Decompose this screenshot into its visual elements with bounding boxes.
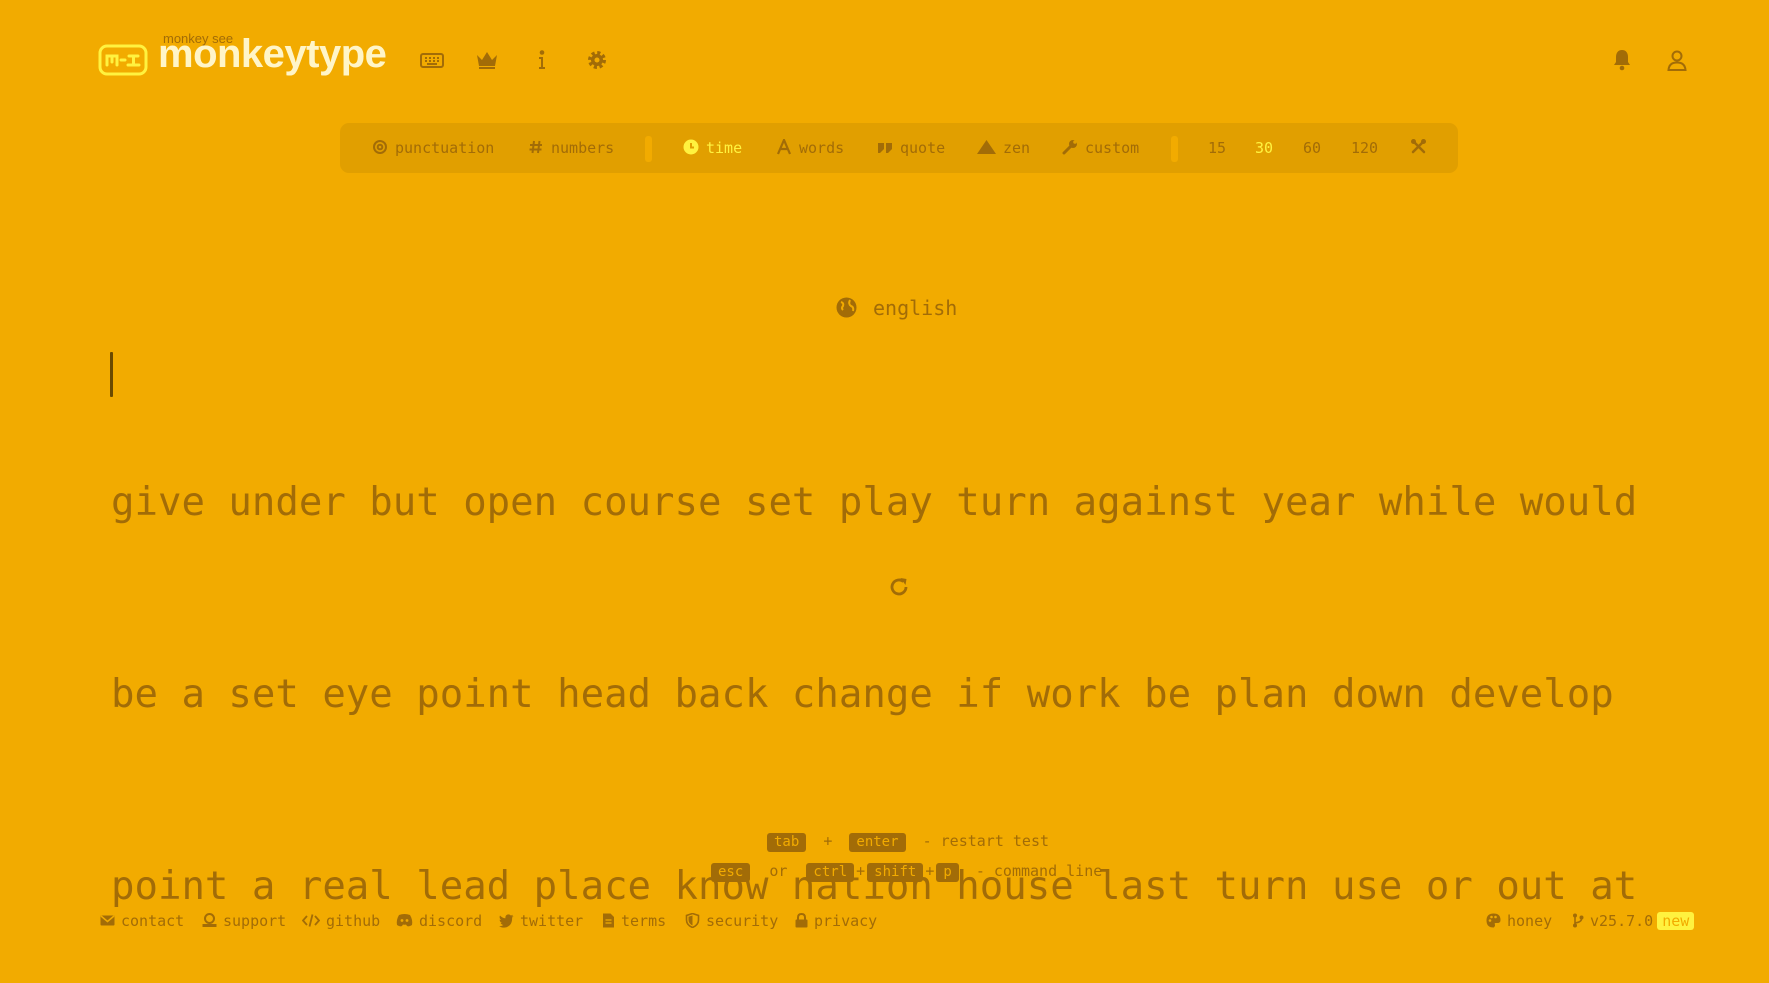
mode-zen[interactable]: zen xyxy=(977,123,1030,173)
language-label: english xyxy=(873,296,958,320)
zen-label: zen xyxy=(1003,139,1031,157)
separator xyxy=(1171,136,1178,162)
command-hint-label: - command line xyxy=(975,862,1103,880)
file-contract-icon xyxy=(602,913,615,928)
donate-icon xyxy=(202,913,217,928)
footer-support[interactable]: support xyxy=(202,912,286,930)
terms-label: terms xyxy=(621,912,667,930)
keyboard-icon[interactable] xyxy=(420,48,444,72)
plus: + xyxy=(925,862,935,880)
shield-icon xyxy=(685,913,700,928)
code-branch-icon xyxy=(1572,913,1584,928)
twitter-icon xyxy=(499,913,514,928)
key-ctrl: ctrl xyxy=(806,863,855,882)
lock-icon xyxy=(795,913,808,928)
key-enter: enter xyxy=(849,833,906,852)
theme-selector[interactable]: honey xyxy=(1486,912,1552,930)
discord-label: discord xyxy=(419,912,483,930)
plus: + xyxy=(823,832,833,850)
numbers-label: numbers xyxy=(551,139,615,157)
words-line: give under but open course set play turn… xyxy=(111,480,1638,525)
footer-contact[interactable]: contact xyxy=(100,912,184,930)
envelope-icon xyxy=(100,913,115,928)
restart-hint-label: - restart test xyxy=(922,832,1050,850)
punctuation-toggle[interactable]: punctuation xyxy=(372,123,494,173)
key-tab: tab xyxy=(767,833,807,852)
mountain-icon xyxy=(977,139,996,155)
key-p: p xyxy=(936,863,959,882)
theme-label: honey xyxy=(1507,912,1553,930)
mode-quote[interactable]: quote xyxy=(877,123,945,173)
code-icon xyxy=(302,913,320,928)
duration-15[interactable]: 15 xyxy=(1208,123,1226,173)
footer-twitter[interactable]: twitter xyxy=(499,912,583,930)
new-badge: new xyxy=(1657,912,1695,930)
bell-icon[interactable] xyxy=(1610,48,1634,72)
separator xyxy=(645,136,652,162)
gear-icon[interactable] xyxy=(585,48,609,72)
duration-30[interactable]: 30 xyxy=(1255,123,1273,173)
footer-terms[interactable]: terms xyxy=(602,912,666,930)
restart-button[interactable] xyxy=(888,576,910,598)
font-icon xyxy=(776,139,792,155)
duration-120[interactable]: 120 xyxy=(1351,123,1378,173)
contact-label: contact xyxy=(121,912,185,930)
command-line-hint: esc or ctrl + shift + p - command line xyxy=(711,862,1102,882)
security-label: security xyxy=(706,912,779,930)
logo-title[interactable]: monkeytype xyxy=(158,32,387,77)
custom-duration-button[interactable] xyxy=(1410,123,1434,173)
plus: + xyxy=(856,862,866,880)
words-line: be a set eye point head back change if w… xyxy=(111,672,1614,717)
custom-label: custom xyxy=(1085,139,1140,157)
test-config-bar: punctuation numbers time words quote zen… xyxy=(340,123,1458,173)
privacy-label: privacy xyxy=(814,912,878,930)
version-info[interactable]: v25.7.0 new xyxy=(1572,912,1695,930)
discord-icon xyxy=(396,913,413,928)
words-label: words xyxy=(799,139,845,157)
mode-time[interactable]: time xyxy=(683,123,742,173)
numbers-toggle[interactable]: numbers xyxy=(528,123,614,173)
github-label: github xyxy=(326,912,381,930)
punctuation-label: punctuation xyxy=(395,139,495,157)
twitter-label: twitter xyxy=(520,912,584,930)
language-selector[interactable]: english xyxy=(836,296,957,320)
wrench-icon xyxy=(1062,139,1078,155)
footer-github[interactable]: github xyxy=(302,912,380,930)
key-shift: shift xyxy=(867,863,924,882)
or-label: or xyxy=(769,862,788,880)
footer-discord[interactable]: discord xyxy=(396,912,482,930)
mode-words[interactable]: words xyxy=(776,123,844,173)
footer-security[interactable]: security xyxy=(685,912,778,930)
quote-left-icon xyxy=(877,139,893,155)
quote-label: quote xyxy=(900,139,946,157)
time-label: time xyxy=(706,139,743,157)
info-icon[interactable] xyxy=(530,48,554,72)
monkeytype-logo-icon[interactable] xyxy=(98,44,148,76)
version-label: v25.7.0 xyxy=(1590,912,1654,930)
support-label: support xyxy=(223,912,287,930)
hash-icon xyxy=(528,139,544,155)
crown-icon[interactable] xyxy=(475,48,499,72)
duration-60[interactable]: 60 xyxy=(1303,123,1321,173)
footer-privacy[interactable]: privacy xyxy=(795,912,877,930)
at-sign-icon xyxy=(372,139,388,155)
globe-icon xyxy=(836,297,857,318)
key-esc: esc xyxy=(711,863,751,882)
palette-icon xyxy=(1486,913,1501,928)
clock-icon xyxy=(683,139,699,155)
words-display[interactable]: give under but open course set play turn… xyxy=(111,343,1711,983)
tools-icon xyxy=(1410,138,1427,155)
mode-custom[interactable]: custom xyxy=(1062,123,1139,173)
user-icon[interactable] xyxy=(1665,48,1689,72)
restart-hint: tab + enter - restart test xyxy=(767,832,1049,852)
